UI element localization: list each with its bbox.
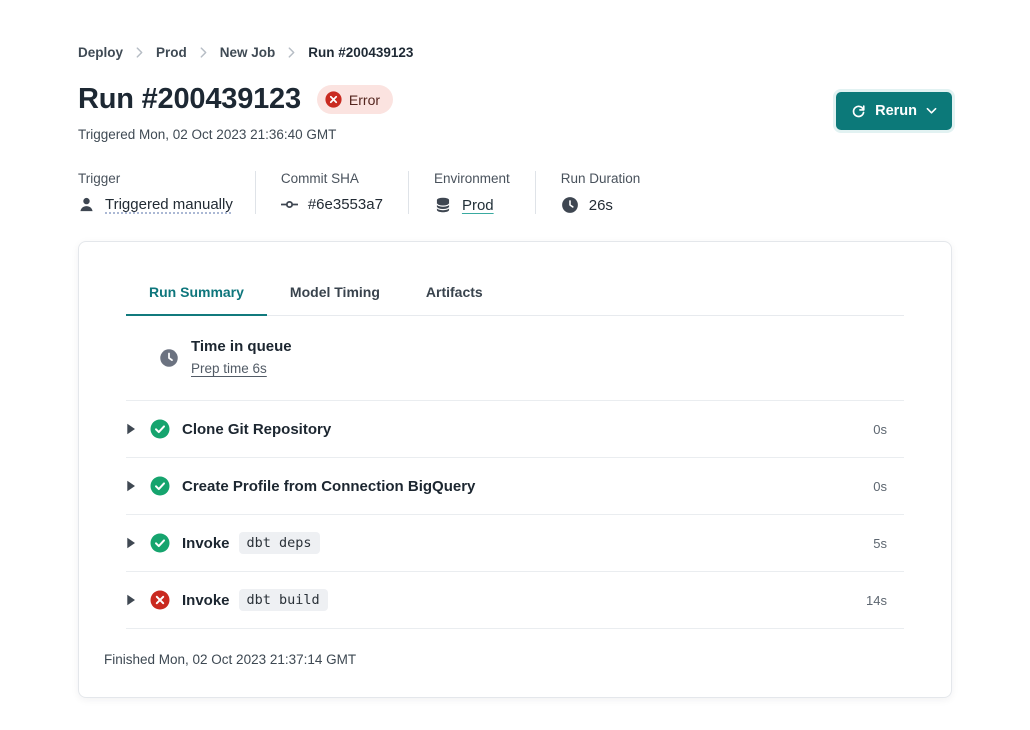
chevron-right-icon bbox=[200, 47, 207, 58]
chevron-right-icon bbox=[136, 47, 143, 58]
error-icon bbox=[150, 590, 170, 610]
caret-right-icon[interactable] bbox=[126, 594, 136, 606]
breadcrumb-deploy[interactable]: Deploy bbox=[78, 45, 123, 60]
commit-icon bbox=[281, 196, 298, 213]
run-summary-card: Run Summary Model Timing Artifacts Time … bbox=[78, 241, 952, 698]
finished-timestamp: Finished Mon, 02 Oct 2023 21:37:14 GMT bbox=[102, 629, 928, 667]
status-badge: Error bbox=[317, 85, 393, 114]
meta-environment-label: Environment bbox=[434, 171, 510, 186]
tabs: Run Summary Model Timing Artifacts bbox=[126, 269, 904, 316]
step-row-dbt-build[interactable]: Invoke dbt build 14s bbox=[126, 572, 904, 629]
tab-artifacts[interactable]: Artifacts bbox=[403, 269, 506, 316]
step-duration: 14s bbox=[866, 593, 904, 608]
triggered-timestamp: Triggered Mon, 02 Oct 2023 21:36:40 GMT bbox=[78, 127, 393, 142]
error-circle-icon bbox=[325, 91, 342, 108]
rerun-button[interactable]: Rerun bbox=[836, 92, 952, 130]
success-icon bbox=[150, 533, 170, 553]
step-label: Clone Git Repository bbox=[182, 421, 331, 438]
chevron-right-icon bbox=[288, 47, 295, 58]
meta-commit-sha: Commit SHA #6e3553a7 bbox=[255, 171, 408, 214]
meta-duration-label: Run Duration bbox=[561, 171, 641, 186]
clock-icon bbox=[561, 196, 579, 214]
queue-clock-icon bbox=[159, 348, 179, 368]
step-row-clone-git[interactable]: Clone Git Repository 0s bbox=[126, 401, 904, 458]
meta-commit-label: Commit SHA bbox=[281, 171, 383, 186]
page-title: Run #200439123 bbox=[78, 83, 301, 116]
user-icon bbox=[78, 196, 95, 213]
refresh-icon bbox=[851, 104, 866, 119]
step-command: dbt deps bbox=[239, 532, 320, 554]
commit-sha-value: #6e3553a7 bbox=[308, 196, 383, 213]
step-row-dbt-deps[interactable]: Invoke dbt deps 5s bbox=[126, 515, 904, 572]
step-duration: 0s bbox=[873, 479, 904, 494]
step-list: Time in queue Prep time 6s Clone Git Rep… bbox=[126, 316, 904, 629]
meta-trigger-label: Trigger bbox=[78, 171, 233, 186]
caret-right-icon[interactable] bbox=[126, 480, 136, 492]
breadcrumb: Deploy Prod New Job Run #200439123 bbox=[78, 45, 952, 60]
step-row-create-profile[interactable]: Create Profile from Connection BigQuery … bbox=[126, 458, 904, 515]
prep-time-link[interactable]: Prep time 6s bbox=[191, 361, 267, 376]
queue-row: Time in queue Prep time 6s bbox=[126, 316, 904, 401]
environment-link[interactable]: Prod bbox=[462, 197, 494, 214]
caret-right-icon[interactable] bbox=[126, 537, 136, 549]
rerun-button-label: Rerun bbox=[875, 103, 917, 119]
breadcrumb-current: Run #200439123 bbox=[308, 45, 413, 60]
tab-run-summary[interactable]: Run Summary bbox=[126, 269, 267, 316]
step-command: dbt build bbox=[239, 589, 328, 611]
step-duration: 5s bbox=[873, 536, 904, 551]
step-duration: 0s bbox=[873, 422, 904, 437]
success-icon bbox=[150, 419, 170, 439]
step-label: Create Profile from Connection BigQuery bbox=[182, 478, 475, 495]
tab-model-timing[interactable]: Model Timing bbox=[267, 269, 403, 316]
run-detail-page: Deploy Prod New Job Run #200439123 Run #… bbox=[0, 0, 1030, 698]
step-label: Invoke bbox=[182, 592, 230, 609]
breadcrumb-prod[interactable]: Prod bbox=[156, 45, 187, 60]
breadcrumb-new-job[interactable]: New Job bbox=[220, 45, 276, 60]
success-icon bbox=[150, 476, 170, 496]
caret-right-icon[interactable] bbox=[126, 423, 136, 435]
meta-environment: Environment Prod bbox=[408, 171, 535, 214]
run-metadata: Trigger Triggered manually Commit SHA #6… bbox=[78, 171, 952, 214]
queue-title: Time in queue bbox=[191, 338, 292, 355]
run-header: Run #200439123 Error Triggered Mon, 02 O… bbox=[78, 83, 952, 142]
status-badge-label: Error bbox=[349, 92, 380, 108]
database-icon bbox=[434, 196, 452, 214]
trigger-value[interactable]: Triggered manually bbox=[105, 196, 233, 213]
meta-run-duration: Run Duration 26s bbox=[535, 171, 666, 214]
meta-trigger: Trigger Triggered manually bbox=[78, 171, 255, 214]
chevron-down-icon bbox=[926, 107, 937, 115]
run-duration-value: 26s bbox=[589, 197, 613, 214]
step-label: Invoke bbox=[182, 535, 230, 552]
